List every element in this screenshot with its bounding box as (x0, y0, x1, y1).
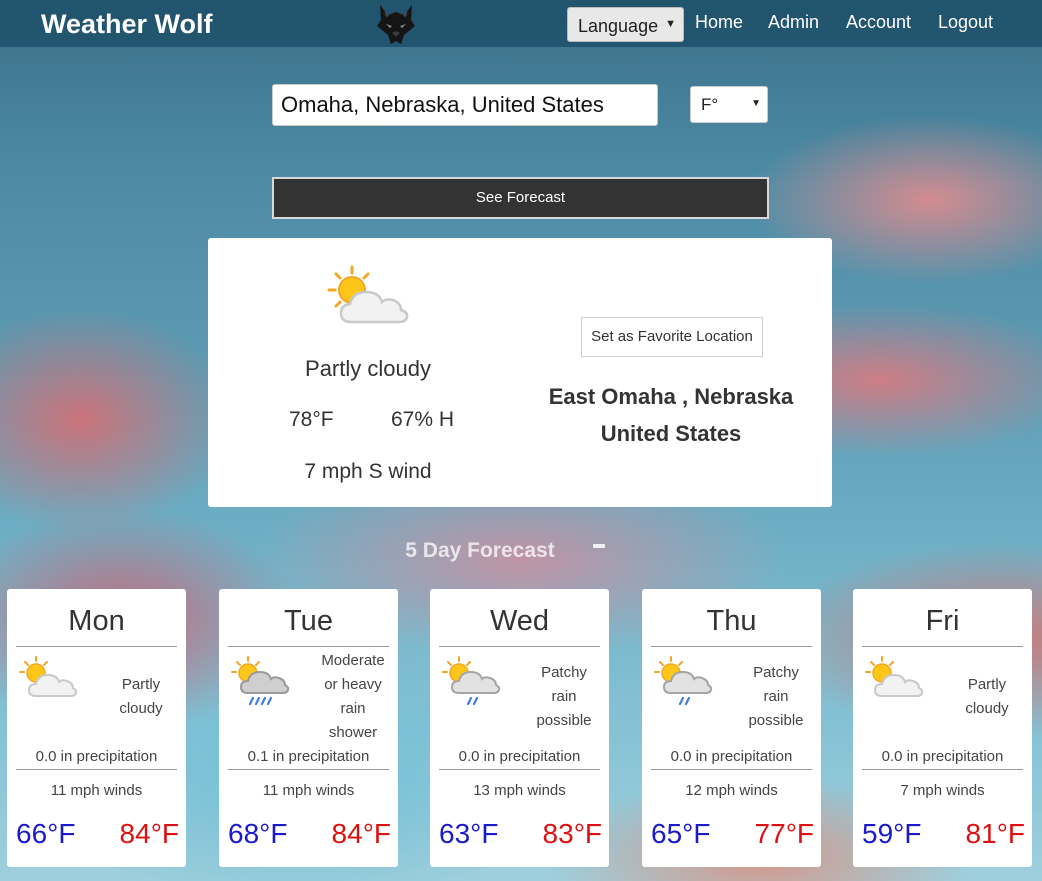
divider (228, 646, 389, 647)
divider (16, 769, 177, 770)
condition-line: shower (328, 724, 378, 741)
nav-admin-link[interactable]: Admin (768, 12, 819, 33)
nav-logout-link[interactable]: Logout (938, 12, 993, 33)
day-precipitation: 0.0 in precipitation (35, 748, 158, 765)
patchy-rain-icon (442, 656, 501, 706)
five-day-forecast-title: 5 Day Forecast (405, 539, 555, 562)
see-forecast-button[interactable]: See Forecast (272, 177, 769, 219)
day-low-temp: 63°F (439, 818, 499, 849)
dropdown-arrow-icon: ▼ (665, 18, 676, 30)
forecast-day-card: Mon Partly cloudy 0.0 in precipitation 1… (7, 589, 186, 867)
brand-title[interactable]: Weather Wolf (41, 9, 213, 40)
divider (651, 769, 812, 770)
day-condition: Moderate or heavy rain shower (311, 649, 395, 745)
condition-line: possible (536, 712, 592, 729)
set-favorite-location-button[interactable]: Set as Favorite Location (581, 317, 763, 357)
location-line-2: United States (600, 421, 742, 446)
day-wind: 13 mph winds (473, 782, 566, 799)
heavy-rain-icon (231, 656, 290, 706)
condition-line: cloudy (119, 700, 163, 717)
day-name: Wed (489, 605, 550, 637)
current-humidity: 67% H (391, 408, 455, 431)
condition-line: Partly (967, 676, 1007, 693)
forecast-day-card: Thu Patchy rain possible 0.0 in precipit… (642, 589, 821, 867)
day-wind: 12 mph winds (685, 782, 778, 799)
unit-select[interactable]: F° ▼ (690, 86, 768, 123)
divider (862, 646, 1023, 647)
day-precipitation: 0.0 in precipitation (458, 748, 581, 765)
divider (439, 769, 600, 770)
divider (439, 646, 600, 647)
day-name: Mon (68, 605, 125, 637)
wolf-head-icon[interactable] (374, 2, 418, 46)
day-high-temp: 81°F (965, 818, 1025, 849)
divider (651, 646, 812, 647)
current-temperature: 78°F (289, 408, 334, 431)
location-line-1: East Omaha , Nebraska (548, 384, 794, 409)
day-low-temp: 59°F (862, 818, 922, 849)
divider (228, 769, 389, 770)
day-name: Tue (284, 605, 333, 637)
current-location: East Omaha , Nebraska United States (526, 378, 816, 452)
condition-line: Patchy (541, 664, 587, 681)
patchy-rain-icon (654, 656, 713, 706)
day-low-temp: 66°F (16, 818, 76, 849)
forecast-day-card: Fri Partly cloudy 0.0 in precipitation 7… (853, 589, 1032, 867)
navbar: Weather Wolf Language ▼ Home Admin Accou… (0, 0, 1042, 47)
condition-line: rain (551, 688, 577, 705)
day-high-temp: 84°F (331, 818, 391, 849)
day-precipitation: 0.1 in precipitation (247, 748, 370, 765)
day-high-temp: 77°F (754, 818, 814, 849)
day-high-temp: 83°F (542, 818, 602, 849)
divider (16, 646, 177, 647)
day-precipitation: 0.0 in precipitation (670, 748, 793, 765)
language-select-label: Language (578, 16, 659, 36)
dropdown-arrow-icon: ▼ (751, 98, 761, 109)
current-condition: Partly cloudy (305, 356, 431, 381)
condition-line: rain (763, 688, 789, 705)
location-input[interactable] (272, 84, 658, 126)
condition-line: Moderate (321, 652, 385, 669)
day-precipitation: 0.0 in precipitation (881, 748, 1004, 765)
day-high-temp: 84°F (119, 818, 179, 849)
divider (862, 769, 1023, 770)
day-wind: 11 mph winds (262, 782, 355, 799)
day-low-temp: 65°F (651, 818, 711, 849)
condition-line: or heavy (324, 676, 382, 693)
day-wind: 7 mph winds (900, 782, 985, 799)
condition-line: cloudy (965, 700, 1009, 717)
current-weather-card: Partly cloudy 78°F 67% H 7 mph S wind Se… (208, 238, 832, 507)
unit-select-value: F° (701, 95, 719, 114)
day-condition: Patchy rain possible (734, 661, 818, 733)
day-condition: Partly cloudy (99, 673, 183, 721)
day-name: Fri (925, 605, 960, 637)
day-low-temp: 68°F (228, 818, 288, 849)
condition-line: Partly (121, 676, 161, 693)
partly-cloudy-icon (19, 656, 78, 697)
day-condition: Patchy rain possible (522, 661, 606, 733)
partly-cloudy-icon (865, 656, 924, 697)
current-wind: 7 mph S wind (304, 460, 432, 483)
forecast-day-card: Wed Patchy rain possible 0.0 in precipit… (430, 589, 609, 867)
condition-line: rain (340, 700, 366, 717)
language-select[interactable]: Language ▼ (567, 7, 684, 42)
nav-account-link[interactable]: Account (846, 12, 911, 33)
nav-home-link[interactable]: Home (695, 12, 743, 33)
day-wind: 11 mph winds (50, 782, 143, 799)
day-name: Thu (706, 605, 757, 637)
condition-line: Patchy (753, 664, 799, 681)
day-condition: Partly cloudy (945, 673, 1029, 721)
collapse-toggle-icon[interactable] (593, 544, 605, 548)
partly-cloudy-icon (327, 265, 409, 324)
condition-line: possible (748, 712, 804, 729)
forecast-day-card: Tue Moderate or heavy rain shower 0.1 in… (219, 589, 398, 867)
